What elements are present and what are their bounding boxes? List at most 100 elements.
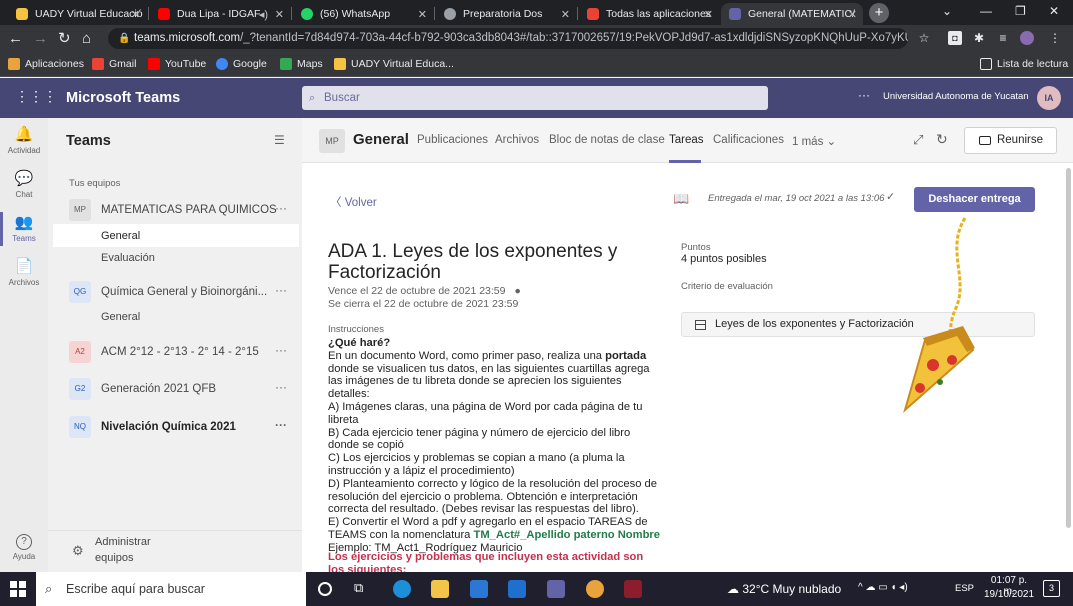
channel-general[interactable]: General [101, 230, 140, 242]
rail-item-help[interactable]: ? Ayuda [0, 534, 48, 561]
reload-icon[interactable]: ↻ [58, 30, 71, 47]
instruction-bold: portada [605, 349, 647, 362]
media-queue-icon[interactable]: ≡ [996, 31, 1010, 45]
clock-date[interactable]: 19/10/2021 [984, 589, 1034, 600]
browser-tab[interactable]: Preparatoria Dos ✕ [436, 3, 576, 25]
reading-list-button[interactable]: Lista de lectura [980, 58, 1068, 70]
bookmark-youtube[interactable]: YouTube [148, 58, 206, 70]
speaker-icon[interactable]: ◂) [259, 8, 268, 21]
channel-item-selected[interactable] [53, 224, 299, 247]
notification-center-icon[interactable]: 3 [1043, 580, 1060, 597]
bookmark-label: Maps [297, 58, 323, 70]
close-icon[interactable]: ✕ [561, 8, 570, 21]
bookmark-uady[interactable]: UADY Virtual Educa... [334, 58, 454, 70]
more-options-icon[interactable]: ··· [275, 418, 287, 432]
star-icon[interactable]: ☆ [917, 31, 931, 45]
restore-icon[interactable]: ❐ [1015, 4, 1026, 18]
more-options-icon[interactable]: ··· [275, 380, 287, 394]
tab-more[interactable]: 1 más ⌄ [792, 134, 836, 148]
forward-arrow-icon[interactable]: → [33, 30, 48, 47]
immersive-reader-icon[interactable]: 📖 [673, 191, 689, 207]
back-arrow-icon[interactable]: ← [8, 30, 23, 47]
system-tray-icons[interactable]: ^ ☁ ▭ ◖ ◂) [858, 582, 908, 593]
org-name: Universidad Autonoma de Yucatan [883, 91, 1029, 102]
instruction-item: E) Convertir el Word a pdf y agregarlo e… [328, 516, 662, 542]
browser-tab[interactable]: (56) WhatsApp ✕ [293, 3, 433, 25]
scrollbar[interactable] [1066, 168, 1071, 528]
instruction-heading: ¿Qué haré? [328, 337, 391, 349]
team-item[interactable]: QG Química General y Bioinorgáni... ··· [69, 281, 295, 303]
extension-icon[interactable]: ◘ [948, 31, 962, 45]
undo-submission-button[interactable]: Deshacer entrega [914, 187, 1035, 212]
bookmark-apps[interactable]: Aplicaciones [8, 58, 84, 70]
channel-evaluacion[interactable]: Evaluación [101, 252, 155, 264]
close-icon[interactable]: ✕ [704, 8, 713, 21]
language-indicator[interactable]: ESP [955, 583, 974, 594]
edge-icon[interactable] [393, 580, 411, 598]
chrome-icon[interactable] [586, 580, 604, 598]
windows-start-icon[interactable] [10, 581, 26, 597]
more-options-icon[interactable]: ··· [275, 201, 287, 215]
team-item[interactable]: NQ Nivelación Química 2021 ··· [69, 416, 295, 438]
mail-icon[interactable] [508, 580, 526, 598]
close-icon[interactable]: ✕ [848, 8, 857, 21]
taskbar-search-input[interactable]: ⌕ Escribe aquí para buscar [36, 572, 306, 606]
expand-icon[interactable]: ⤢ [913, 132, 923, 148]
team-item[interactable]: MP MATEMATICAS PARA QUIMICOS ··· [69, 199, 295, 221]
tab-publicaciones[interactable]: Publicaciones [417, 134, 488, 146]
task-view-icon[interactable]: ⧉ [354, 580, 372, 598]
more-options-icon[interactable]: ··· [858, 88, 870, 102]
close-icon[interactable]: ✕ [275, 8, 284, 21]
tab-bloc-de-notas[interactable]: Bloc de notas de clase [549, 134, 665, 146]
filter-icon[interactable]: ☰ [274, 133, 285, 147]
channel-general[interactable]: General [101, 311, 140, 323]
bookmark-maps[interactable]: Maps [280, 58, 323, 70]
team-item[interactable]: G2 Generación 2021 QFB ··· [69, 378, 295, 400]
profile-avatar-icon[interactable] [1020, 31, 1034, 45]
back-link[interactable]: 〈 Volver [330, 194, 377, 210]
rail-item-teams[interactable]: 👥 Teams [0, 212, 48, 246]
browser-tab[interactable]: Todas las aplicaciones ✕ [579, 3, 719, 25]
avatar[interactable]: IA [1037, 86, 1061, 110]
close-window-icon[interactable]: ✕ [1049, 4, 1059, 18]
minimize-icon[interactable]: — [980, 4, 992, 18]
search-input[interactable]: ⌕ Buscar [302, 86, 768, 110]
tab-calificaciones[interactable]: Calificaciones [713, 134, 784, 146]
tab-archivos[interactable]: Archivos [495, 134, 539, 146]
file-explorer-icon[interactable] [431, 580, 449, 598]
cortana-icon[interactable] [318, 582, 332, 596]
due-date: Vence el 22 de octubre de 2021 23:59 ● [328, 285, 521, 297]
app-icon[interactable] [624, 580, 642, 598]
address-bar[interactable]: 🔒 teams.microsoft.com/_?tenantId=7d84d97… [108, 28, 908, 49]
video-camera-icon [979, 136, 991, 145]
home-icon[interactable]: ⌂ [82, 30, 91, 47]
store-icon[interactable] [470, 580, 488, 598]
rail-item-chat[interactable]: 💬 Chat [0, 170, 48, 199]
teams-app-icon[interactable] [547, 580, 565, 598]
rail-item-files[interactable]: 📄 Archivos [0, 258, 48, 287]
browser-tab[interactable]: Dua Lipa - IDGAF ◂) ✕ [150, 3, 290, 25]
google-icon [216, 58, 228, 70]
close-icon[interactable]: ✕ [418, 8, 427, 21]
kebab-menu-icon[interactable]: ⋮ [1048, 31, 1062, 45]
team-item[interactable]: A2 ACM 2°12 - 2°13 - 2° 14 - 2°15 ··· [69, 341, 295, 363]
meet-button[interactable]: Reunirse [964, 127, 1057, 154]
app-launcher-icon[interactable]: ⋮⋮⋮ [15, 88, 57, 105]
browser-tab-active[interactable]: General (MATEMATIC/✕ [721, 3, 863, 25]
rail-label: Archivos [8, 278, 40, 287]
refresh-icon[interactable]: ↻ [936, 131, 948, 148]
puzzle-icon[interactable]: ✱ [972, 31, 986, 45]
bookmark-google[interactable]: Google [216, 58, 267, 70]
bookmark-gmail[interactable]: Gmail [92, 58, 136, 70]
chevron-down-icon[interactable]: ⌄ [942, 4, 952, 18]
new-tab-button[interactable]: + [869, 3, 889, 23]
weather-widget[interactable]: ☁ 32°C Muy nublado [727, 582, 841, 596]
rail-item-activity[interactable]: 🔔 Actividad [0, 126, 48, 155]
teams-header: ⋮⋮⋮ Microsoft Teams ⌕ Buscar ··· Universi… [0, 78, 1073, 118]
manage-teams-button[interactable]: ⚙ Administrar equipos [48, 530, 302, 572]
tab-tareas[interactable]: Tareas [669, 134, 704, 146]
more-options-icon[interactable]: ··· [275, 283, 287, 297]
close-icon[interactable]: ✕ [131, 8, 140, 21]
browser-tab[interactable]: UADY Virtual Educació ✕ [8, 3, 146, 25]
more-options-icon[interactable]: ··· [275, 343, 287, 357]
